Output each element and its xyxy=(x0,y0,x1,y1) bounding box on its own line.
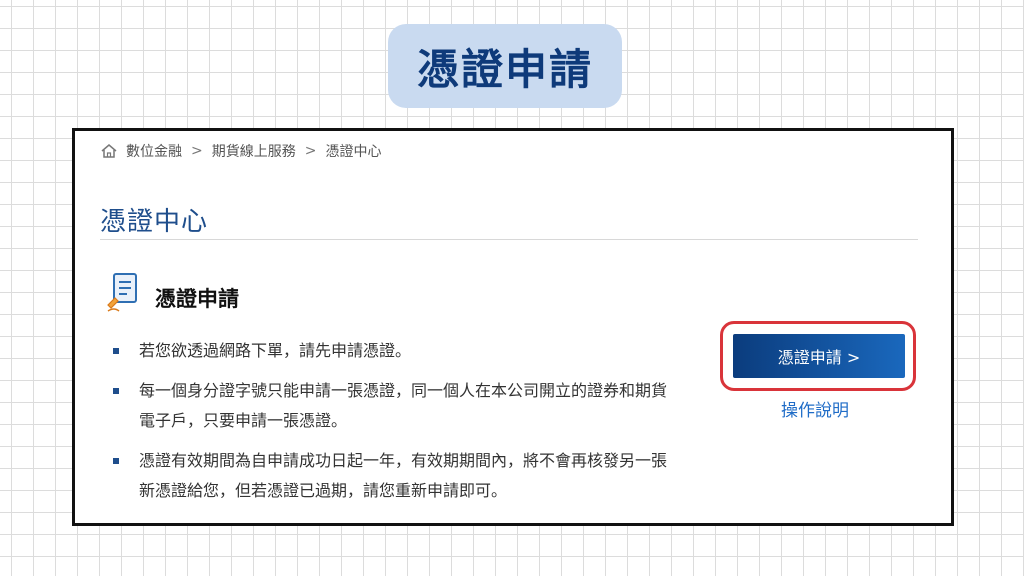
breadcrumb: 數位金融 > 期貨線上服務 > 憑證中心 xyxy=(100,141,381,161)
list-item-text: 憑證有效期間為自申請成功日起一年，有效期期間內，將不會再核發另一張新憑證給您，但… xyxy=(139,451,668,500)
apply-certificate-button[interactable]: 憑證申請 > xyxy=(733,334,905,378)
breadcrumb-separator: > xyxy=(304,143,317,159)
screenshot-frame: 數位金融 > 期貨線上服務 > 憑證中心 憑證中心 憑證申請 若您欲透過網路下單… xyxy=(72,128,954,526)
bullet-icon xyxy=(113,388,119,394)
operation-guide-link[interactable]: 操作說明 xyxy=(781,396,849,421)
list-item: 每一個身分證字號只能申請一張憑證，同一個人在本公司開立的證券和期貨電子戶，只要申… xyxy=(111,376,681,436)
banner-title-pill: 憑證申請 xyxy=(388,24,622,108)
certificate-document-icon xyxy=(107,273,137,312)
list-item-text: 若您欲透過網路下單，請先申請憑證。 xyxy=(139,341,412,360)
list-item: 若您欲透過網路下單，請先申請憑證。 xyxy=(111,336,681,366)
page-title: 憑證中心 xyxy=(100,207,209,237)
section-title: 憑證申請 xyxy=(155,287,239,311)
breadcrumb-certificate-center: 憑證中心 xyxy=(325,144,382,160)
home-icon[interactable] xyxy=(100,142,118,160)
banner-title: 憑證申請 xyxy=(416,44,593,94)
breadcrumb-digital-finance[interactable]: 數位金融 xyxy=(126,141,182,161)
list-item-text: 每一個身分證字號只能申請一張憑證，同一個人在本公司開立的證券和期貨電子戶，只要申… xyxy=(139,381,668,430)
breadcrumb-separator: > xyxy=(191,143,203,159)
bullet-icon xyxy=(113,458,119,464)
info-list: 若您欲透過網路下單，請先申請憑證。 每一個身分證字號只能申請一張憑證，同一個人在… xyxy=(111,336,681,516)
list-item: 憑證有效期間為自申請成功日起一年，有效期期間內，將不會再核發另一張新憑證給您，但… xyxy=(111,446,681,506)
breadcrumb-futures-online-service[interactable]: 期貨線上服務 xyxy=(212,141,296,161)
divider xyxy=(100,239,918,240)
bullet-icon xyxy=(113,348,119,354)
